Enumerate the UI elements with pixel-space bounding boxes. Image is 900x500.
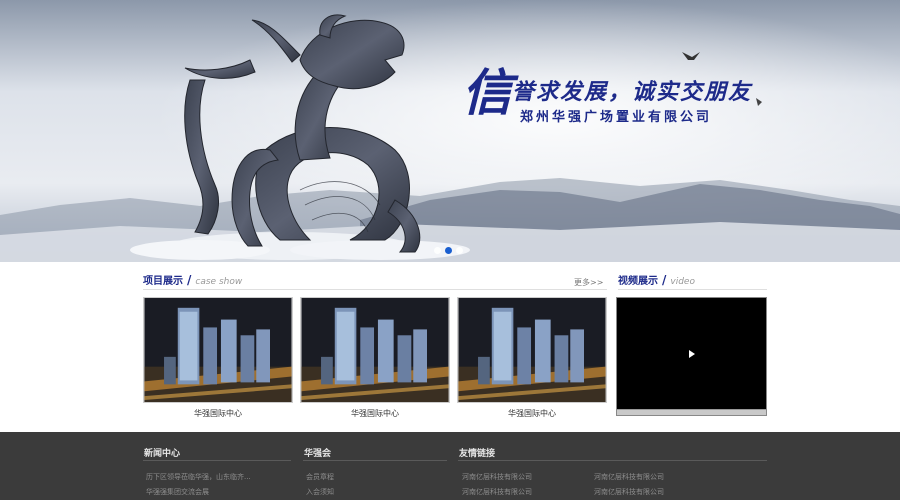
projects-title-slash: /	[187, 273, 192, 287]
projects-more-link[interactable]: 更多>>	[574, 277, 603, 288]
footer-friend-link[interactable]: 河南亿层科技有限公司	[594, 487, 664, 497]
projects-divider	[143, 289, 607, 290]
project-image[interactable]	[300, 297, 450, 403]
project-card-3[interactable]: 华强国际中心	[457, 297, 607, 419]
hero-banner: 信 誉求发展，诚实交朋友 郑州华强广场置业有限公司	[0, 0, 900, 262]
projects-heading: 项目展示 / case show	[143, 272, 242, 290]
project-image[interactable]	[143, 297, 293, 403]
banner-scene-image	[0, 0, 900, 262]
project-card-1[interactable]: 华强国际中心	[143, 297, 293, 419]
projects-title-en: case show	[195, 277, 243, 287]
video-divider	[618, 289, 767, 290]
banner-dot-3[interactable]	[456, 247, 463, 254]
footer-links-divider	[458, 460, 767, 461]
footer-club-title: 华强会	[304, 449, 332, 459]
footer-news-title: 新闻中心	[144, 449, 181, 459]
banner-pagination	[434, 247, 463, 254]
video-title-slash: /	[662, 273, 667, 287]
footer-club-divider	[303, 460, 447, 461]
banner-dot-2[interactable]	[445, 247, 452, 254]
projects-title: 项目展示	[143, 276, 183, 287]
video-heading: 视频展示 / video	[618, 272, 695, 290]
company-name: 郑州华强广场置业有限公司	[520, 110, 713, 125]
project-caption[interactable]: 华强国际中心	[300, 408, 450, 419]
banner-dot-1[interactable]	[434, 247, 441, 254]
video-title: 视频展示	[618, 276, 658, 287]
slogan-main: 誉求发展，诚实交朋友	[512, 79, 753, 105]
footer-news-item[interactable]: 华强强集团交流会展	[146, 487, 209, 497]
footer-news-divider	[143, 460, 291, 461]
project-caption[interactable]: 华强国际中心	[143, 408, 293, 419]
project-image[interactable]	[457, 297, 607, 403]
footer-news-item[interactable]: 历下区领导莅临华强，山东临齐...	[146, 472, 251, 482]
footer-friend-link[interactable]: 河南亿层科技有限公司	[462, 487, 532, 497]
footer-friend-link[interactable]: 河南亿层科技有限公司	[462, 472, 532, 482]
video-control-bar[interactable]	[617, 409, 766, 415]
project-card-2[interactable]: 华强国际中心	[300, 297, 450, 419]
play-icon[interactable]	[689, 350, 695, 358]
footer-club-item[interactable]: 入会须知	[306, 487, 334, 497]
slogan-big-char: 信	[462, 63, 512, 122]
video-title-en: video	[670, 277, 695, 287]
footer-club-item[interactable]: 会员章程	[306, 472, 334, 482]
video-player[interactable]	[616, 297, 767, 416]
footer-friend-link[interactable]: 河南亿层科技有限公司	[594, 472, 664, 482]
footer: 新闻中心 历下区领导莅临华强，山东临齐... 华强强集团交流会展 华强会 会员章…	[0, 432, 900, 500]
footer-links-title: 友情链接	[459, 449, 496, 459]
project-caption[interactable]: 华强国际中心	[457, 408, 607, 419]
